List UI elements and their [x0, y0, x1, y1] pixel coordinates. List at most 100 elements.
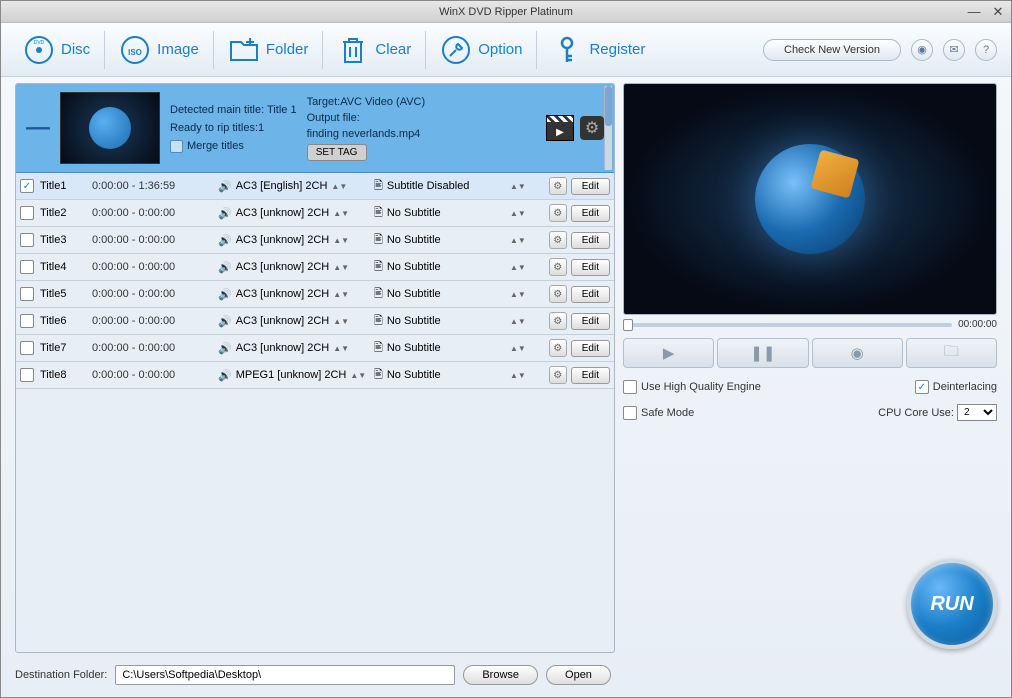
- title-checkbox[interactable]: [20, 233, 34, 247]
- snapshot-button[interactable]: ◉: [812, 338, 903, 368]
- title-row[interactable]: ✓Title10:00:00 - 1:36:59🔊AC3 [English] 2…: [16, 173, 614, 200]
- title-row[interactable]: Title60:00:00 - 0:00:00🔊AC3 [unknow] 2CH…: [16, 308, 614, 335]
- cpu-core-select[interactable]: 2: [957, 404, 997, 421]
- edit-button[interactable]: Edit: [571, 259, 610, 276]
- check-version-button[interactable]: Check New Version: [763, 39, 901, 61]
- dest-label: Destination Folder:: [15, 669, 107, 681]
- set-tag-button[interactable]: SET TAG: [307, 144, 367, 161]
- image-button[interactable]: ISO Image: [111, 32, 207, 68]
- title-name: Title8: [40, 369, 86, 381]
- row-settings-button[interactable]: ⚙: [549, 366, 567, 384]
- audio-selector[interactable]: ▲▼: [333, 209, 349, 218]
- audio-selector[interactable]: ▲▼: [333, 290, 349, 299]
- target-format: Target:AVC Video (AVC): [307, 96, 426, 108]
- edit-button[interactable]: Edit: [571, 286, 610, 303]
- open-folder-button[interactable]: 🗀: [906, 338, 997, 368]
- title-row[interactable]: Title50:00:00 - 0:00:00🔊AC3 [unknow] 2CH…: [16, 281, 614, 308]
- audio-selector[interactable]: ▲▼: [350, 371, 366, 380]
- audio-info: AC3 [unknow] 2CH: [236, 315, 330, 327]
- settings-icon[interactable]: ⚙: [580, 116, 604, 140]
- deinterlacing-checkbox[interactable]: ✓: [915, 380, 929, 394]
- title-checkbox[interactable]: [20, 368, 34, 382]
- edit-button[interactable]: Edit: [571, 313, 610, 330]
- row-settings-button[interactable]: ⚙: [549, 339, 567, 357]
- edit-button[interactable]: Edit: [571, 178, 610, 195]
- audio-selector[interactable]: ▲▼: [333, 263, 349, 272]
- title-checkbox[interactable]: ✓: [20, 179, 34, 193]
- output-filename: finding neverlands.mp4: [307, 128, 426, 140]
- safe-mode-checkbox[interactable]: [623, 406, 637, 420]
- help-button[interactable]: ?: [975, 39, 997, 61]
- audio-selector[interactable]: ▲▼: [333, 317, 349, 326]
- row-settings-button[interactable]: ⚙: [549, 231, 567, 249]
- edit-button[interactable]: Edit: [571, 232, 610, 249]
- browse-button[interactable]: Browse: [463, 665, 538, 685]
- title-name: Title6: [40, 315, 86, 327]
- title-checkbox[interactable]: [20, 206, 34, 220]
- title-row[interactable]: Title80:00:00 - 0:00:00🔊MPEG1 [unknow] 2…: [16, 362, 614, 389]
- subtitle-icon: 🖹: [374, 258, 383, 277]
- collapse-button[interactable]: —: [26, 114, 50, 142]
- subtitle-selector[interactable]: ▲▼: [510, 371, 526, 380]
- speaker-icon: 🔊: [218, 261, 232, 274]
- folder-button[interactable]: Folder: [220, 32, 317, 68]
- scrollbar[interactable]: [604, 86, 612, 170]
- title-checkbox[interactable]: [20, 287, 34, 301]
- subtitle-selector[interactable]: ▲▼: [510, 209, 526, 218]
- title-name: Title4: [40, 261, 86, 273]
- edit-button[interactable]: Edit: [571, 367, 610, 384]
- row-settings-button[interactable]: ⚙: [549, 312, 567, 330]
- row-settings-button[interactable]: ⚙: [549, 285, 567, 303]
- destination-input[interactable]: [115, 665, 455, 685]
- register-button[interactable]: Register: [543, 32, 653, 68]
- audio-info: AC3 [unknow] 2CH: [236, 288, 330, 300]
- audio-selector[interactable]: ▲▼: [333, 344, 349, 353]
- row-settings-button[interactable]: ⚙: [549, 177, 567, 195]
- clear-button[interactable]: Clear: [329, 32, 419, 68]
- hq-checkbox[interactable]: [623, 380, 637, 394]
- subtitle-info: No Subtitle: [387, 369, 441, 381]
- pause-button[interactable]: ❚❚: [717, 338, 808, 368]
- subtitle-selector[interactable]: ▲▼: [510, 290, 526, 299]
- audio-selector[interactable]: ▲▼: [333, 236, 349, 245]
- title-duration: 0:00:00 - 0:00:00: [92, 261, 212, 273]
- timeline[interactable]: 00:00:00: [623, 319, 997, 330]
- title-name: Title7: [40, 342, 86, 354]
- clapper-icon[interactable]: [546, 115, 574, 141]
- edit-button[interactable]: Edit: [571, 205, 610, 222]
- subtitle-selector[interactable]: ▲▼: [510, 263, 526, 272]
- trash-icon: [337, 34, 369, 66]
- subtitle-info: No Subtitle: [387, 234, 441, 246]
- speaker-icon: 🔊: [218, 234, 232, 247]
- open-button[interactable]: Open: [546, 665, 611, 685]
- speaker-icon: 🔊: [218, 342, 232, 355]
- title-checkbox[interactable]: [20, 314, 34, 328]
- close-button[interactable]: ✕: [991, 5, 1005, 19]
- timeline-knob[interactable]: [623, 319, 633, 331]
- subtitle-selector[interactable]: ▲▼: [510, 236, 526, 245]
- subtitle-selector[interactable]: ▲▼: [510, 344, 526, 353]
- title-row[interactable]: Title30:00:00 - 0:00:00🔊AC3 [unknow] 2CH…: [16, 227, 614, 254]
- merge-titles-checkbox[interactable]: [170, 140, 183, 153]
- play-icon: ▶: [663, 344, 675, 362]
- disc-button[interactable]: DVD Disc: [15, 32, 98, 68]
- title-name: Title2: [40, 207, 86, 219]
- title-row[interactable]: Title40:00:00 - 0:00:00🔊AC3 [unknow] 2CH…: [16, 254, 614, 281]
- run-button[interactable]: RUN: [907, 559, 997, 649]
- row-settings-button[interactable]: ⚙: [549, 258, 567, 276]
- title-row[interactable]: Title20:00:00 - 0:00:00🔊AC3 [unknow] 2CH…: [16, 200, 614, 227]
- title-row[interactable]: Title70:00:00 - 0:00:00🔊AC3 [unknow] 2CH…: [16, 335, 614, 362]
- subtitle-selector[interactable]: ▲▼: [510, 317, 526, 326]
- row-settings-button[interactable]: ⚙: [549, 204, 567, 222]
- timeline-time: 00:00:00: [958, 319, 997, 330]
- audio-selector[interactable]: ▲▼: [331, 182, 347, 191]
- title-checkbox[interactable]: [20, 260, 34, 274]
- play-button[interactable]: ▶: [623, 338, 714, 368]
- minimize-button[interactable]: —: [967, 5, 981, 19]
- subtitle-selector[interactable]: ▲▼: [510, 182, 526, 191]
- title-checkbox[interactable]: [20, 341, 34, 355]
- option-button[interactable]: Option: [432, 32, 530, 68]
- edit-button[interactable]: Edit: [571, 340, 610, 357]
- mail-button[interactable]: ✉: [943, 39, 965, 61]
- account-button[interactable]: ◉: [911, 39, 933, 61]
